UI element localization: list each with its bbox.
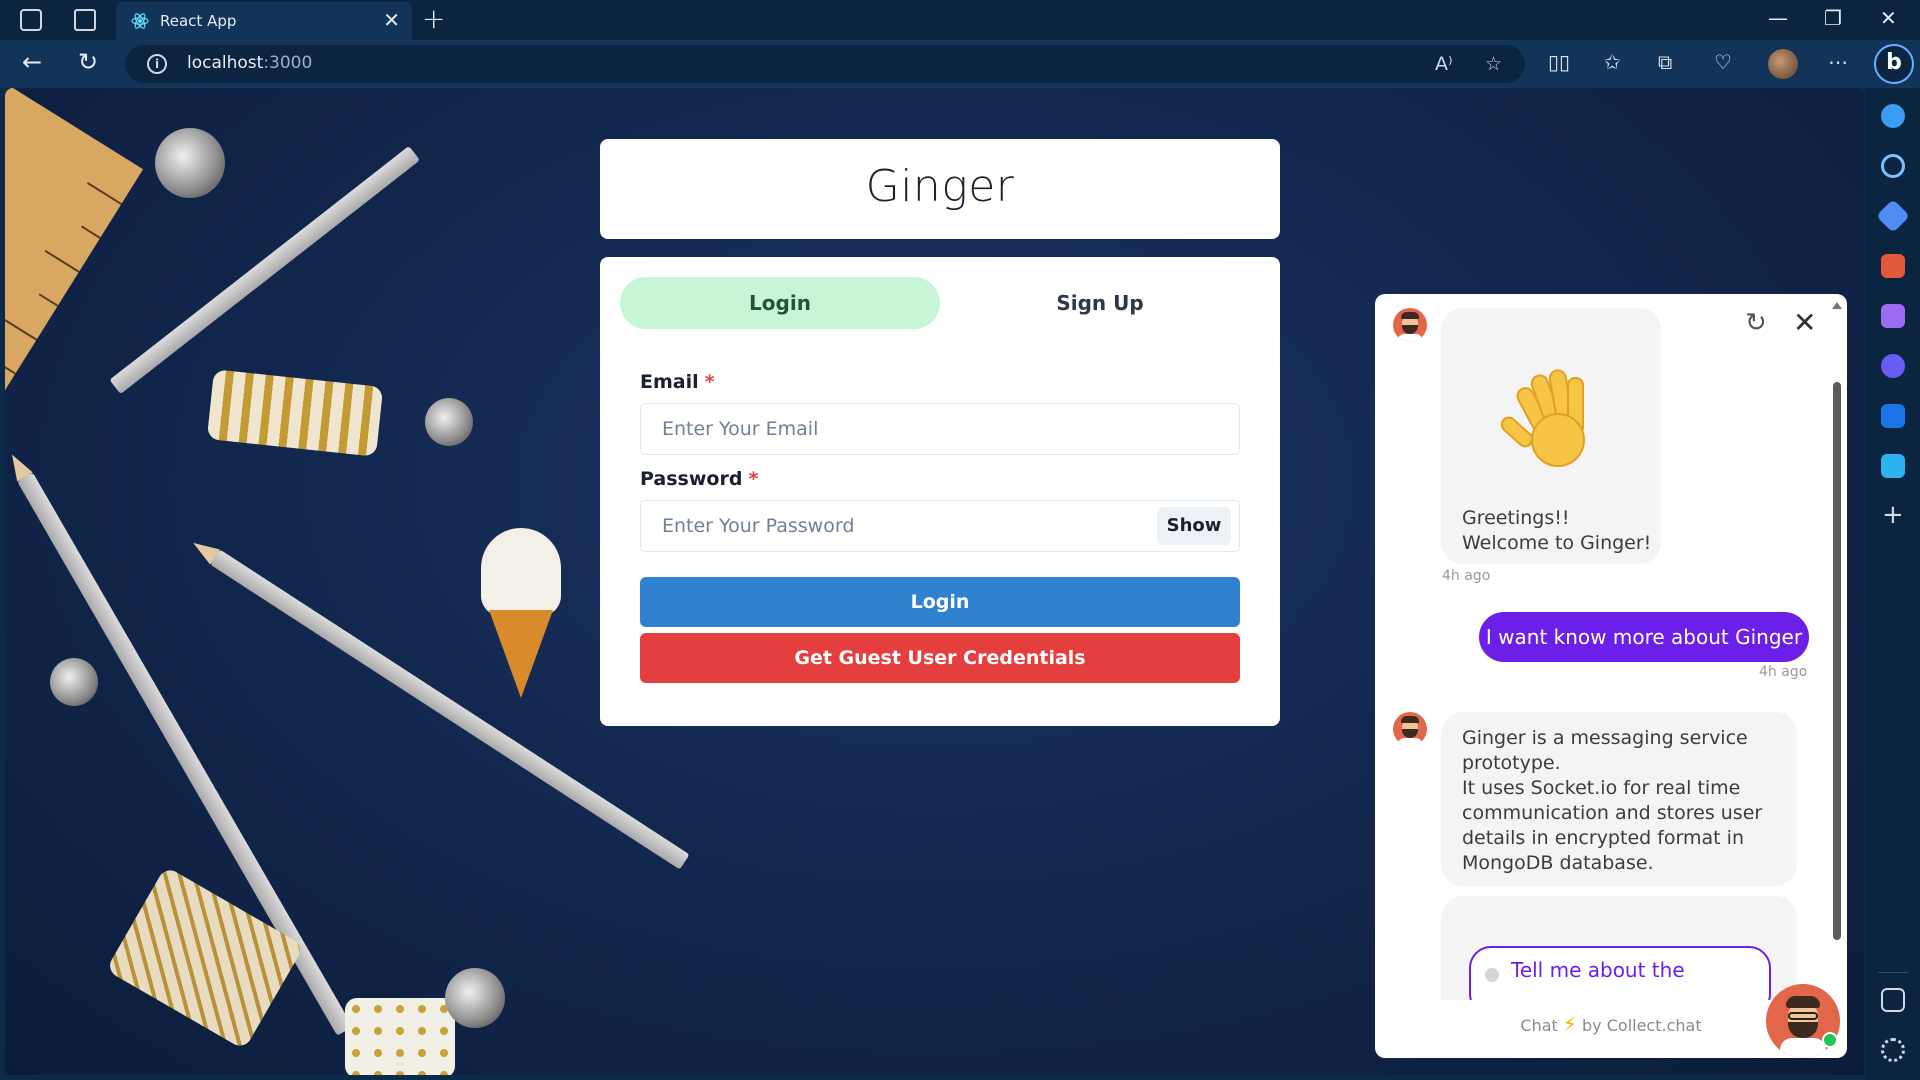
email-label: Email * (640, 371, 715, 393)
required-mark: * (748, 468, 759, 490)
url-field[interactable]: i localhost:3000 A⁾ ☆ (125, 45, 1525, 83)
email-label-text: Email (640, 371, 699, 393)
auth-card: Login Sign Up Email * Enter Your Email Pa… (600, 257, 1280, 726)
bot-avatar (1393, 712, 1427, 746)
drop-icon[interactable] (1881, 454, 1905, 478)
browser-tab-bar: React App ✕ + — ❐ ✕ (0, 0, 1920, 40)
url-text: localhost:3000 (187, 53, 312, 73)
browser-essentials-icon[interactable]: ♡ (1714, 50, 1732, 74)
auth-tabs: Login Sign Up (620, 277, 1260, 329)
bot-avatar (1393, 308, 1427, 342)
password-label: Password * (640, 468, 758, 490)
required-mark: * (704, 371, 715, 393)
url-port: :3000 (263, 53, 313, 73)
greeting-bubble: Greetings!! Welcome to Ginger! (1441, 308, 1661, 564)
restore-icon[interactable]: ❐ (1824, 6, 1842, 30)
password-placeholder: Enter Your Password (662, 515, 855, 537)
site-info-icon[interactable]: i (147, 54, 167, 74)
tab-actions-icon[interactable] (74, 9, 96, 31)
bot-line-4: communication and stores user (1462, 802, 1763, 824)
games-icon[interactable] (1881, 304, 1905, 328)
copilot-app-icon[interactable] (1881, 354, 1905, 378)
options-card: Tell me about the (1441, 896, 1797, 1000)
profile-avatar[interactable] (1768, 49, 1798, 79)
more-menu-icon[interactable]: ⋯ (1828, 50, 1848, 74)
waving-hand-icon (1500, 369, 1585, 467)
email-field[interactable]: Enter Your Email (640, 403, 1240, 455)
chat-option-button[interactable]: Tell me about the (1469, 946, 1771, 1000)
sidebar-settings-icon[interactable] (1881, 1038, 1905, 1062)
option-radio-icon (1485, 968, 1499, 982)
brand-header: Ginger (600, 139, 1280, 239)
bot-line-3: It uses Socket.io for real time (1462, 777, 1741, 799)
add-sidebar-app-icon[interactable]: + (1882, 500, 1904, 530)
window-close-icon[interactable]: ✕ (1880, 6, 1897, 30)
greeting-line-2: Welcome to Ginger! (1462, 532, 1652, 554)
binder-clip-image (155, 128, 225, 198)
powered-prefix: Chat (1520, 1016, 1558, 1035)
tab-signup[interactable]: Sign Up (940, 277, 1260, 329)
email-placeholder: Enter Your Email (662, 418, 819, 440)
timestamp: 4h ago (1442, 568, 1491, 584)
search-icon[interactable] (1881, 154, 1905, 178)
tab-title: React App (160, 12, 237, 30)
online-status-dot (1822, 1032, 1838, 1048)
refresh-icon[interactable]: ↻ (1745, 308, 1767, 338)
outlook-icon[interactable] (1881, 404, 1905, 428)
close-icon[interactable]: ✕ (1793, 306, 1816, 339)
scroll-up-arrow[interactable] (1832, 302, 1842, 309)
browser-tab[interactable]: React App ✕ (116, 2, 412, 40)
collections-icon[interactable]: ⧉ (1658, 50, 1672, 74)
app-title: Ginger (865, 161, 1015, 212)
binder-clip-image (50, 658, 98, 706)
workspaces-icon[interactable] (20, 9, 42, 31)
reload-icon[interactable]: ↻ (78, 48, 98, 76)
password-label-text: Password (640, 468, 743, 490)
favorites-icon[interactable]: ✩ (1604, 50, 1621, 74)
powered-suffix: by Collect.chat (1582, 1016, 1702, 1035)
split-screen-icon[interactable]: ▯▯ (1548, 50, 1570, 74)
bot-line-5: details in encrypted format in (1462, 827, 1744, 849)
tools-icon[interactable] (1881, 254, 1905, 278)
new-tab-icon[interactable]: + (422, 2, 445, 35)
bot-line-2: prototype. (1462, 752, 1561, 774)
back-icon[interactable]: ← (22, 48, 42, 76)
address-bar: ← ↻ i localhost:3000 A⁾ ☆ ▯▯ ✩ ⧉ ♡ ⋯ b (0, 40, 1920, 88)
show-password-button[interactable]: Show (1157, 507, 1231, 545)
option-text: Tell me about the (1511, 958, 1685, 982)
bot-info-bubble: Ginger is a messaging service prototype.… (1441, 712, 1797, 886)
chat-widget: ↻ ✕ Greetings!! Welcome to Ginger! 4h ag… (1375, 294, 1847, 1058)
user-message: I want know more about Ginger (1479, 612, 1809, 662)
binder-clip-image (445, 968, 505, 1028)
url-host: localhost (187, 53, 264, 73)
edge-sidebar: + (1866, 88, 1920, 1080)
washi-tape-image (345, 998, 455, 1075)
minimize-icon[interactable]: — (1768, 6, 1788, 30)
copilot-icon[interactable]: b (1874, 44, 1914, 84)
notifications-icon[interactable] (1881, 104, 1905, 128)
tab-close-icon[interactable]: ✕ (383, 8, 400, 32)
page-viewport: Ginger Login Sign Up Email * Enter Your E… (5, 88, 1864, 1075)
sidebar-divider (1878, 972, 1908, 973)
password-field[interactable]: Enter Your Password Show (640, 500, 1240, 552)
react-icon (131, 13, 149, 29)
chat-scrollbar[interactable] (1833, 382, 1841, 940)
tab-login[interactable]: Login (620, 277, 940, 329)
read-aloud-icon[interactable]: A⁾ (1435, 53, 1453, 75)
ice-cream-eraser-image (475, 528, 567, 698)
hide-sidebar-icon[interactable] (1881, 988, 1905, 1012)
login-button[interactable]: Login (640, 577, 1240, 627)
lightning-icon: ⚡ (1562, 1012, 1577, 1036)
shopping-icon[interactable] (1876, 199, 1910, 233)
timestamp: 4h ago (1759, 664, 1808, 680)
bot-line-6: MongoDB database. (1462, 852, 1654, 874)
binder-clip-image (425, 398, 473, 446)
greeting-line-1: Greetings!! (1462, 507, 1570, 529)
favorite-star-icon[interactable]: ☆ (1485, 53, 1502, 75)
bot-line-1: Ginger is a messaging service (1462, 727, 1748, 749)
guest-credentials-button[interactable]: Get Guest User Credentials (640, 633, 1240, 683)
